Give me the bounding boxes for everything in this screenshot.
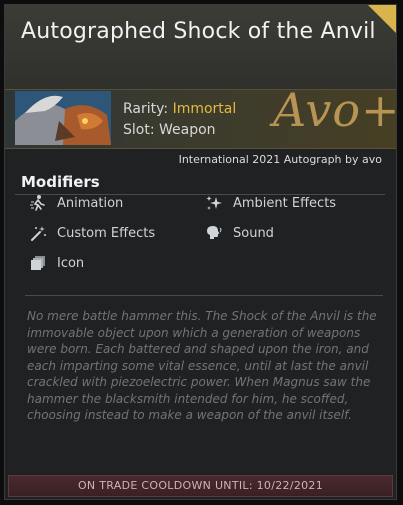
modifier-label: Icon: [57, 255, 85, 271]
tooltip-header: Autographed Shock of the Anvil: [5, 5, 396, 89]
modifier-sound: Sound: [205, 224, 274, 242]
sparkles-icon: [205, 194, 223, 212]
modifiers-heading: Modifiers: [21, 173, 100, 191]
item-tooltip: Autographed Shock of the Anvil Rarity: I…: [4, 4, 400, 500]
modifier-animation: Animation: [29, 194, 123, 212]
slot-line: Slot: Weapon: [123, 122, 216, 138]
item-title: Autographed Shock of the Anvil: [21, 19, 376, 44]
rarity-label: Rarity:: [123, 101, 173, 117]
rarity-line: Rarity: Immortal: [123, 101, 236, 117]
item-description: No mere battle hammer this. The Shock of…: [27, 309, 377, 422]
speaker-head-icon: [205, 224, 223, 242]
modifier-label: Custom Effects: [57, 225, 156, 241]
item-portrait: [15, 91, 111, 145]
modifier-label: Animation: [57, 195, 124, 211]
corner-accent: [368, 5, 396, 33]
autograph-signature: Avo+: [273, 83, 401, 137]
autograph-caption: International 2021 Autograph by avo: [178, 153, 382, 166]
modifier-ambient-effects: Ambient Effects: [205, 194, 336, 212]
trade-cooldown-banner: ON TRADE COOLDOWN UNTIL: 10/22/2021: [8, 475, 393, 497]
modifier-label: Sound: [233, 225, 274, 241]
magic-wand-icon: [29, 224, 47, 242]
stacked-squares-icon: [29, 254, 47, 272]
divider: [25, 295, 383, 296]
modifier-custom-effects: Custom Effects: [29, 224, 155, 242]
modifier-icon: Icon: [29, 254, 84, 272]
rarity-value: Immortal: [172, 101, 237, 117]
running-figure-icon: [29, 194, 47, 212]
modifier-label: Ambient Effects: [233, 195, 337, 211]
